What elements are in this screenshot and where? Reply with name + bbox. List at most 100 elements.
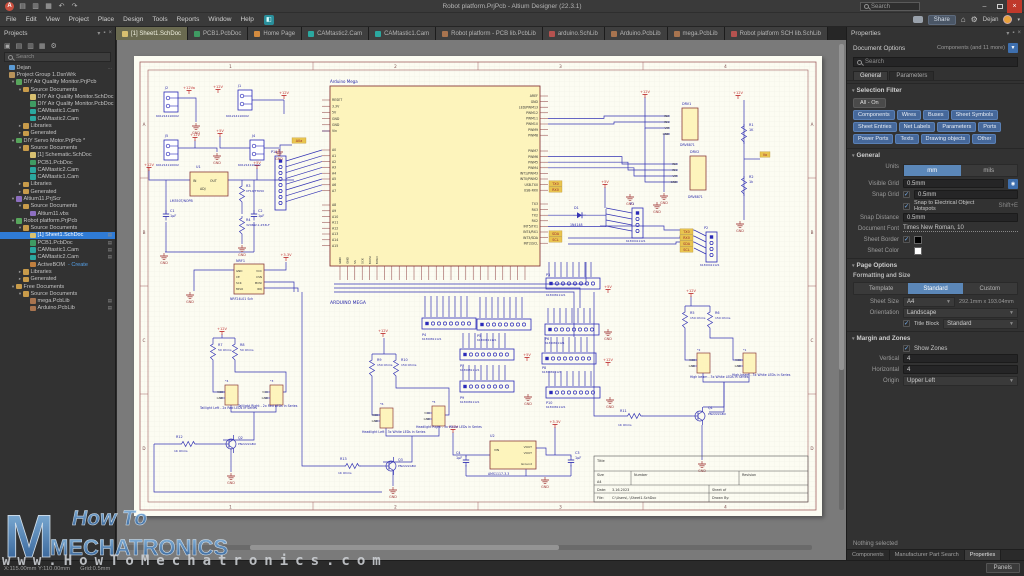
open-icon[interactable]: ▥ (31, 2, 40, 11)
show-zones-checkbox[interactable]: ✓ (903, 345, 910, 352)
menu-edit[interactable]: Edit (25, 16, 36, 23)
tree-item-activebom[interactable]: ActiveBOM- Create (0, 261, 115, 268)
menu-design[interactable]: Design (123, 16, 143, 23)
user-name[interactable]: Dejan (983, 17, 999, 23)
scripting-icon[interactable]: ◧ (264, 15, 274, 25)
sheet-size-select[interactable]: A4▼ (903, 297, 955, 307)
tree-item-camtastic2-cam[interactable]: CAMtastic2.Cam (0, 166, 115, 173)
schematic-editor-canvas[interactable]: 11223344AABBCCDD+12Va+12V+12V+12V+5V+5V+… (117, 40, 846, 560)
filter-chip-wires[interactable]: Wires (897, 110, 921, 120)
tab-pcb1-pcbdoc[interactable]: PCB1.PcbDoc (188, 27, 248, 40)
properties-tab-general[interactable]: General (853, 71, 888, 80)
eye-icon[interactable]: ◉ (1008, 179, 1018, 189)
tree-item-pcb1-pcbdoc[interactable]: PCB1.PcbDoc (0, 159, 115, 166)
tab-home-page[interactable]: Home Page (248, 27, 302, 40)
tree-item-camtastic2-cam[interactable]: CAMtastic2.Cam▤ (0, 254, 115, 261)
avatar[interactable] (1003, 15, 1012, 24)
tab-arduino-schlib[interactable]: arduino.SchLib (543, 27, 605, 40)
tree-item-generated[interactable]: ▸Generated (0, 130, 115, 137)
filter-icon[interactable]: ▼ (1008, 43, 1018, 53)
size-mode-standard[interactable]: Standard (908, 283, 962, 294)
chevron-down-icon[interactable]: ▾ (1017, 17, 1020, 23)
preview-icon[interactable]: ▤ (108, 240, 112, 246)
home-icon[interactable]: ⌂ (961, 15, 966, 24)
vertical-scrollbar[interactable] (839, 44, 844, 510)
sheet-border-checkbox[interactable]: ✓ (903, 236, 910, 243)
filter-chip-sheet-entries[interactable]: Sheet Entries (853, 122, 897, 132)
properties-panel-header[interactable]: Properties ▾▪× (846, 27, 1024, 40)
undo-icon[interactable]: ↶ (57, 2, 66, 11)
tab--1-sheet1-schdoc[interactable]: [1] Sheet1.SchDoc (116, 27, 188, 40)
filter-chip-drawing-objects[interactable]: Drawing objects (921, 134, 971, 144)
tree-item-generated[interactable]: ▸Generated (0, 188, 115, 195)
tree-item-source-documents[interactable]: ▾Source Documents (0, 290, 115, 297)
close-icon[interactable]: × (108, 30, 112, 37)
chevron-down-icon[interactable]: ▾ (97, 30, 100, 37)
document-font-link[interactable]: Times New Roman, 10 (903, 225, 1018, 232)
filter-chip-other[interactable]: Other (972, 134, 996, 144)
settings-icon[interactable]: ⚙ (51, 42, 57, 50)
compile-icon[interactable]: ▥ (27, 42, 34, 50)
bottom-tab-manufacturer-part-search[interactable]: Manufacturer Part Search (890, 550, 965, 560)
menu-tools[interactable]: Tools (152, 16, 167, 23)
create-link[interactable]: - Create (68, 262, 88, 268)
preview-icon[interactable]: ▤ (108, 232, 112, 238)
tree-item-generated[interactable]: ▸Generated (0, 276, 115, 283)
schematic-sheet[interactable]: 11223344AABBCCDD+12Va+12V+12V+12V+5V+5V+… (134, 56, 822, 516)
tree-item-diy-air-quality-monitor-pcbdoc[interactable]: DIY Air Quality Monitor.PcbDoc (0, 100, 115, 107)
filter-scope[interactable]: Components (and 11 more) (937, 45, 1005, 51)
tree-item-altium11-vbs[interactable]: Altium11.vbs (0, 210, 115, 217)
unit-mm[interactable]: mm (904, 165, 961, 176)
workspace-icon[interactable]: ▣ (4, 42, 11, 50)
preview-icon[interactable]: ▤ (108, 254, 112, 260)
tree-item-arduino-pcblib[interactable]: Arduino.PcbLib▤ (0, 305, 115, 312)
properties-search-input[interactable]: Search (853, 57, 1018, 67)
global-search-input[interactable]: Search (860, 2, 920, 11)
preview-icon[interactable]: ▤ (108, 305, 112, 311)
tree-item-camtastic1-cam[interactable]: CAMtastic1.Cam (0, 108, 115, 115)
sheet-color-swatch[interactable] (914, 247, 922, 255)
vertical-input[interactable]: 4 (903, 354, 1018, 363)
tree-item-diy-servo-motor-prjpcb-[interactable]: ▾DIY Servo Motor.PrjPcb * (0, 137, 115, 144)
tree-item-source-documents[interactable]: ▾Source Documents (0, 144, 115, 151)
snap-hotspot-checkbox[interactable]: ✓ (903, 203, 910, 210)
filter-chip-net-labels[interactable]: Net Labels (899, 122, 936, 132)
tree-item-camtastic1-cam[interactable]: CAMtastic1.Cam▤ (0, 246, 115, 253)
panels-button[interactable]: Panels (986, 563, 1020, 573)
tab-camtastic1-cam[interactable]: CAMtastic1.Cam (369, 27, 436, 40)
close-icon[interactable]: × (1017, 30, 1021, 37)
section-margin-zones[interactable]: ▾Margin and Zones (847, 331, 1024, 344)
bottom-tab-components[interactable]: Components (847, 550, 890, 560)
section-general[interactable]: ▾General (847, 148, 1024, 161)
menu-reports[interactable]: Reports (177, 16, 200, 23)
filter-chip-buses[interactable]: Buses (923, 110, 949, 120)
redo-icon[interactable]: ↷ (70, 2, 79, 11)
open-project-icon[interactable]: ▤ (16, 42, 23, 50)
tree-item-robot-platform-prjpcb[interactable]: ▾Robot platform.PrjPcb (0, 217, 115, 224)
tree-item-altium11-prjscr[interactable]: ▾Altium11.PrjScr (0, 195, 115, 202)
preview-icon[interactable]: … (108, 65, 113, 70)
all-on-button[interactable]: All - On (853, 98, 886, 108)
close-button[interactable]: × (1007, 0, 1022, 13)
section-page-options[interactable]: ▾Page Options (847, 258, 1024, 271)
size-mode-template[interactable]: Template (854, 283, 908, 294)
properties-tab-parameters[interactable]: Parameters (889, 71, 934, 80)
tree-item--1-sheet1-schdoc[interactable]: [1] Sheet1.SchDoc▤ (0, 232, 115, 239)
filter-chip-sheet-symbols[interactable]: Sheet Symbols (951, 110, 999, 120)
restore-button[interactable] (992, 0, 1007, 13)
section-selection-filter[interactable]: ▾Selection Filter (847, 83, 1024, 96)
tree-item-camtastic1-cam[interactable]: CAMtastic1.Cam (0, 173, 115, 180)
filter-chip-parameters[interactable]: Parameters (937, 122, 976, 132)
horizontal-input[interactable]: 4 (903, 365, 1018, 374)
horizontal-scrollbar[interactable] (127, 545, 812, 550)
tree-item-mega-pcblib[interactable]: mega.PcbLib▤ (0, 298, 115, 305)
save-icon[interactable]: ▤ (18, 2, 27, 11)
filter-chip-power-ports[interactable]: Power Ports (853, 134, 893, 144)
sheet-border-color-swatch[interactable] (914, 236, 922, 244)
preview-icon[interactable]: ▤ (108, 247, 112, 253)
title-block-checkbox[interactable]: ✓ (903, 320, 910, 327)
projects-panel-header[interactable]: Projects ▾▪× (0, 27, 116, 40)
tree-item-camtastic2-cam[interactable]: CAMtastic2.Cam (0, 115, 115, 122)
tree-item-source-documents[interactable]: ▾Source Documents (0, 203, 115, 210)
tree-item-diy-air-quality-monitor-schdoc[interactable]: DIY Air Quality Monitor.SchDoc (0, 93, 115, 100)
